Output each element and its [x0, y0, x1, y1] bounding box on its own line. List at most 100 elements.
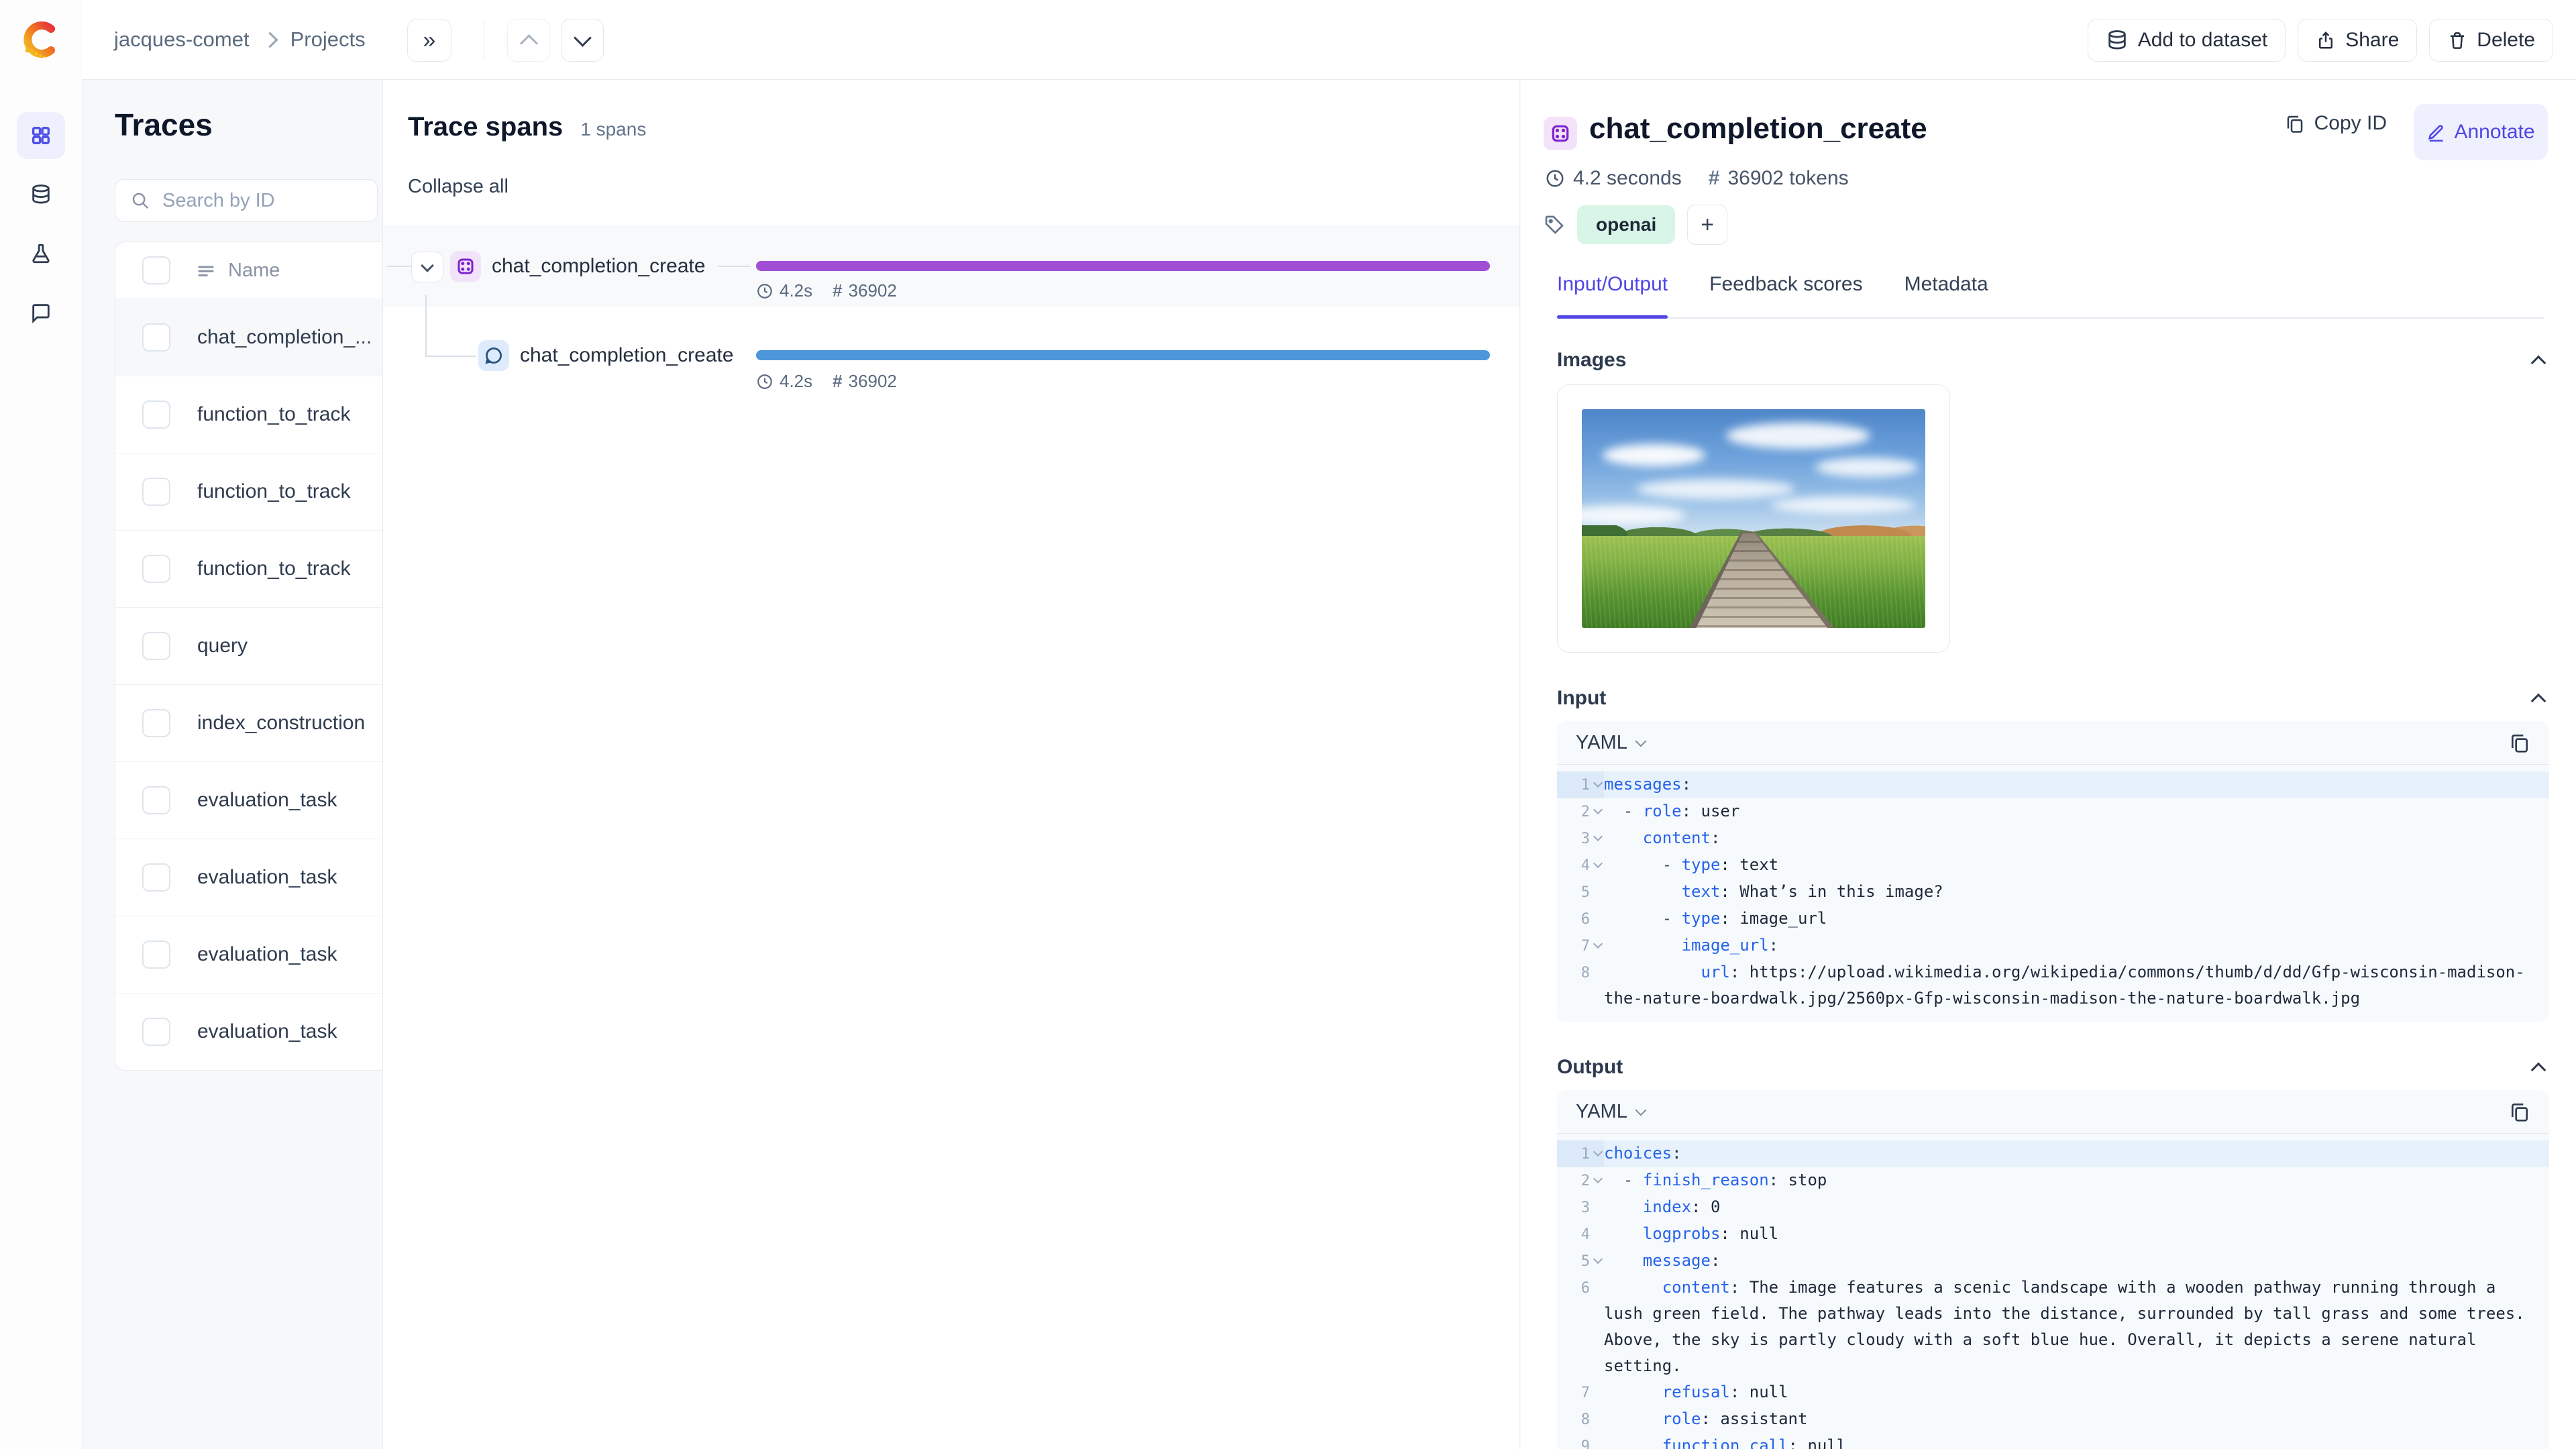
- copy-code-button[interactable]: [2509, 732, 2530, 753]
- trace-type-icon: [450, 251, 481, 282]
- format-select[interactable]: YAML: [1576, 1101, 1647, 1123]
- collapse-section-icon[interactable]: [2530, 693, 2546, 709]
- breadcrumb-workspace[interactable]: jacques-comet: [114, 28, 250, 52]
- tab-metadata[interactable]: Metadata: [1904, 273, 1988, 317]
- comet-logo-icon[interactable]: [21, 19, 61, 60]
- table-row[interactable]: evaluation_task: [115, 993, 384, 1070]
- attached-image[interactable]: [1582, 409, 1925, 628]
- span-name[interactable]: chat_completion_create: [492, 255, 706, 278]
- yaml-content[interactable]: 1 messages: 2 - role: user 3 content: 4 - ty…: [1557, 765, 2549, 1022]
- yaml-content[interactable]: 1 choices: 2 - finish_reason: stop 3 index:…: [1557, 1134, 2549, 1449]
- span-name[interactable]: chat_completion_create: [520, 344, 734, 367]
- tag-openai[interactable]: openai: [1577, 205, 1676, 244]
- copy-id-button[interactable]: Copy ID: [2285, 112, 2387, 135]
- collapse-all-link[interactable]: Collapse all: [408, 176, 508, 198]
- sidebar-item-datasets[interactable]: [17, 171, 65, 218]
- trace-actions: Add to dataset Share Delete: [2087, 19, 2553, 62]
- row-checkbox[interactable]: [142, 400, 170, 429]
- column-type-icon: [196, 260, 216, 280]
- code-text: - finish_reason: stop: [1623, 1171, 1827, 1189]
- select-all-checkbox[interactable]: [142, 256, 170, 284]
- table-row[interactable]: function_to_track: [115, 376, 384, 453]
- format-select[interactable]: YAML: [1576, 732, 1647, 754]
- breadcrumb-section[interactable]: Projects: [290, 28, 366, 52]
- span-duration-bar[interactable]: [756, 261, 1490, 271]
- spans-panel-toolbar: »: [407, 19, 614, 62]
- search-input[interactable]: [161, 189, 365, 213]
- trace-name: evaluation_task: [197, 1020, 337, 1042]
- search-box[interactable]: [115, 179, 378, 222]
- search-icon: [130, 191, 150, 211]
- row-checkbox[interactable]: [142, 863, 170, 892]
- row-checkbox[interactable]: [142, 478, 170, 506]
- table-row[interactable]: evaluation_task: [115, 761, 384, 839]
- table-row[interactable]: query: [115, 607, 384, 684]
- collapse-section-icon[interactable]: [2530, 355, 2546, 371]
- code-text: url: https://upload.wikimedia.org/wikipe…: [1604, 963, 2525, 1008]
- code-line: 1 choices:: [1557, 1140, 2549, 1167]
- row-checkbox[interactable]: [142, 941, 170, 969]
- fold-chevron-icon[interactable]: [1593, 940, 1604, 951]
- annotate-button[interactable]: Annotate: [2414, 104, 2548, 160]
- fold-chevron-icon[interactable]: [1593, 833, 1604, 843]
- fold-chevron-icon[interactable]: [1593, 1175, 1604, 1185]
- collapse-section-icon[interactable]: [2530, 1062, 2546, 1078]
- table-row[interactable]: evaluation_task: [115, 916, 384, 993]
- column-header-name[interactable]: Name: [228, 260, 280, 282]
- span-duration: 4.2s: [780, 371, 813, 391]
- span-duration-bar[interactable]: [756, 350, 1490, 360]
- table-row[interactable]: evaluation_task: [115, 839, 384, 916]
- line-number: 5: [1580, 884, 1590, 901]
- previous-trace-button[interactable]: [507, 19, 550, 62]
- code-line: 6 content: The image features a scenic l…: [1557, 1275, 2549, 1379]
- collapse-panel-button[interactable]: »: [407, 19, 451, 62]
- row-checkbox[interactable]: [142, 323, 170, 352]
- fold-chevron-icon[interactable]: [1593, 859, 1604, 870]
- trace-type-icon: [1544, 117, 1577, 150]
- span-duration: 4.2s: [780, 280, 813, 301]
- row-checkbox[interactable]: [142, 709, 170, 737]
- clock-icon: [757, 374, 772, 389]
- row-checkbox[interactable]: [142, 786, 170, 814]
- sidebar-item-experiments[interactable]: [17, 230, 65, 277]
- copy-icon: [2287, 115, 2302, 133]
- llm-chat-icon: [478, 340, 509, 371]
- sidebar-item-prompts[interactable]: [17, 289, 65, 336]
- line-number: 8: [1580, 965, 1590, 981]
- fold-chevron-icon[interactable]: [1593, 779, 1604, 790]
- delete-button[interactable]: Delete: [2429, 19, 2553, 62]
- table-row[interactable]: function_to_track: [115, 453, 384, 530]
- output-section-header: Output: [1557, 1054, 2546, 1081]
- row-checkbox[interactable]: [142, 632, 170, 660]
- code-line: 7 refusal: null: [1557, 1379, 2549, 1406]
- fold-chevron-icon[interactable]: [1593, 1148, 1604, 1159]
- tab-input-output[interactable]: Input/Output: [1557, 273, 1668, 319]
- row-checkbox[interactable]: [142, 555, 170, 583]
- span-row-root[interactable]: chat_completion_create 4.2s #36902: [383, 225, 1519, 307]
- trace-name: query: [197, 635, 248, 657]
- share-button[interactable]: Share: [2298, 19, 2418, 62]
- table-row[interactable]: index_construction: [115, 684, 384, 761]
- clock-icon: [1546, 170, 1564, 187]
- span-row-child[interactable]: chat_completion_create 4.2s #36902: [383, 295, 1519, 391]
- clock-icon: [757, 283, 772, 299]
- code-line: 2 - finish_reason: stop: [1557, 1167, 2549, 1194]
- tab-feedback-scores[interactable]: Feedback scores: [1709, 273, 1862, 317]
- row-checkbox[interactable]: [142, 1018, 170, 1046]
- code-line: 8 url: https://upload.wikimedia.org/wiki…: [1557, 959, 2549, 1012]
- trace-name: evaluation_task: [197, 866, 337, 888]
- copy-code-button[interactable]: [2509, 1101, 2530, 1122]
- code-text: image_url:: [1681, 936, 1779, 955]
- fold-chevron-icon[interactable]: [1593, 1255, 1604, 1266]
- trace-name: evaluation_task: [197, 789, 337, 811]
- add-tag-button[interactable]: +: [1687, 205, 1728, 245]
- next-trace-button[interactable]: [561, 19, 604, 62]
- expand-span-button[interactable]: [411, 252, 443, 282]
- table-row[interactable]: function_to_track: [115, 530, 384, 607]
- table-row[interactable]: chat_completion_...: [115, 299, 384, 376]
- code-line: 5 text: What’s in this image?: [1557, 879, 2549, 906]
- sidebar-item-projects[interactable]: [17, 112, 65, 159]
- fold-chevron-icon[interactable]: [1593, 806, 1604, 816]
- trace-name: index_construction: [197, 712, 366, 734]
- add-to-dataset-button[interactable]: Add to dataset: [2087, 19, 2286, 62]
